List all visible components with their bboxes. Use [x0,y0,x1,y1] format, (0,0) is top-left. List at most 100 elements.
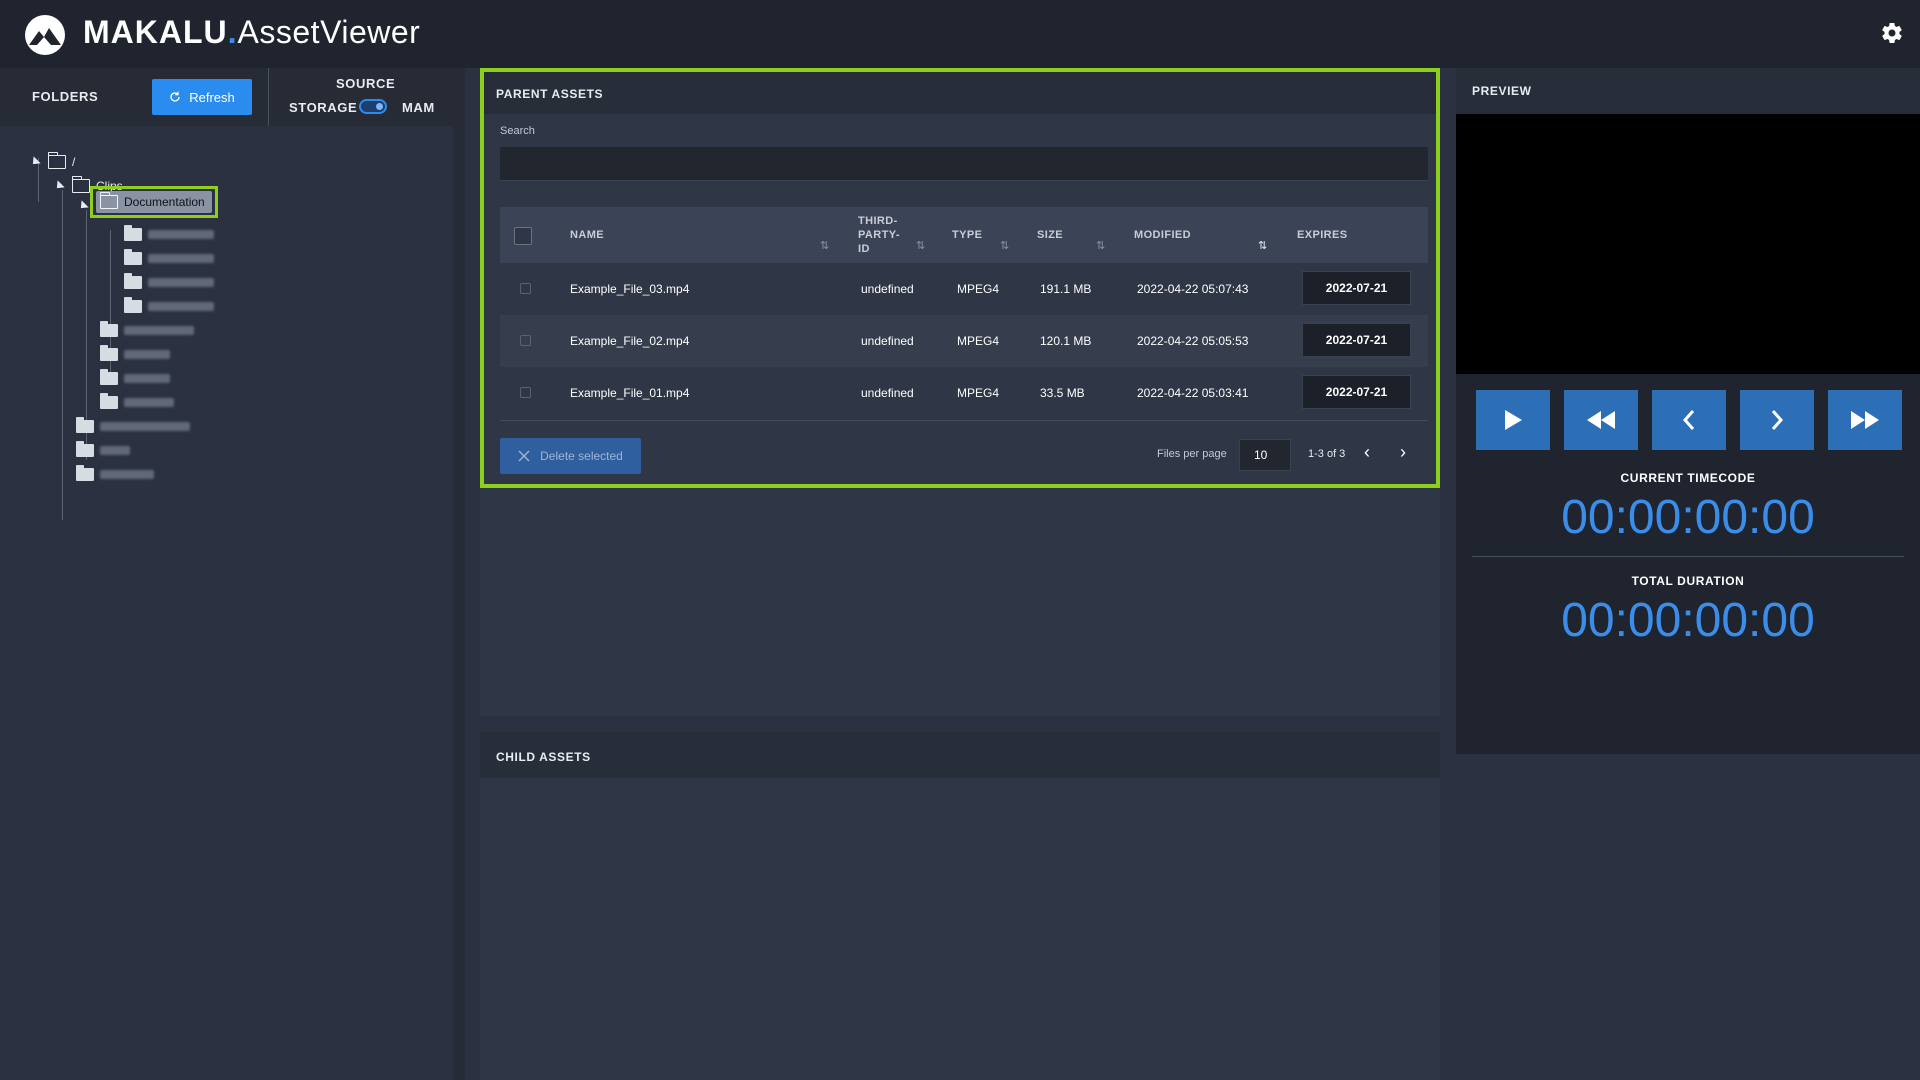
chevron-down-icon[interactable] [29,156,41,168]
assets-area: PARENT ASSETS Search NAME ⇅ THIRD- PARTY… [480,68,1440,1080]
child-assets-header: CHILD ASSETS [480,732,1440,778]
timecode-divider [1472,556,1904,557]
next-page-icon[interactable]: › [1400,443,1406,461]
tree-node-blurred[interactable] [76,440,130,460]
table-header: NAME ⇅ THIRD- PARTY- ID ⇅ TYPE ⇅ SIZE ⇅ … [500,207,1428,263]
cell-type: MPEG4 [957,282,1000,296]
cell-modified: 2022-04-22 05:07:43 [1137,282,1249,296]
current-timecode-label: CURRENT TIMECODE [1620,471,1756,485]
play-button[interactable] [1476,390,1550,450]
table-row[interactable]: Example_File_01.mp4 undefined MPEG4 33.5… [500,367,1428,419]
table-row[interactable]: Example_File_03.mp4 undefined MPEG4 191.… [500,263,1428,315]
play-icon [1505,410,1522,430]
brand-name: MAKALU [83,14,228,50]
sort-icon[interactable]: ⇅ [820,239,829,252]
tree-node-blurred[interactable] [124,224,214,244]
search-input[interactable] [500,147,1428,181]
column-type[interactable]: TYPE [952,229,982,241]
step-back-button[interactable] [1652,390,1726,450]
blurred-label [148,229,214,239]
source-toggle[interactable] [359,99,387,114]
select-all-checkbox[interactable] [514,227,532,245]
chevron-right-icon [1771,410,1784,430]
preview-header: PREVIEW [1456,68,1920,114]
folder-icon [100,344,118,361]
folder-icon [76,416,94,433]
cell-third-party-id: undefined [861,282,914,296]
parent-assets-highlight: Search NAME ⇅ THIRD- PARTY- ID ⇅ TYPE ⇅ … [480,68,1440,488]
tree-node-blurred[interactable] [100,392,174,412]
sort-icon[interactable]: ⇅ [1096,239,1105,252]
tree-node-blurred[interactable] [100,320,194,340]
column-modified[interactable]: MODIFIED [1134,229,1191,241]
cell-expires[interactable]: 2022-07-21 [1302,323,1411,357]
chevron-left-icon [1682,410,1695,430]
tree-node-blurred[interactable] [100,344,170,364]
tree-node-blurred[interactable] [100,368,170,388]
folder-icon [124,272,142,289]
files-per-page-input[interactable]: 10 [1239,439,1291,471]
rewind-button[interactable] [1564,390,1638,450]
cell-expires[interactable]: 2022-07-21 [1302,271,1411,305]
sort-icon[interactable]: ⇅ [1000,239,1009,252]
column-name[interactable]: NAME [570,229,604,241]
folder-icon [76,440,94,457]
sort-desc-icon[interactable]: ⇅ [1258,239,1267,252]
rewind-icon [1587,411,1615,429]
video-player[interactable] [1456,114,1920,374]
product-name: AssetViewer [237,14,421,50]
blurred-label [148,301,214,311]
blurred-label [124,325,194,335]
folder-icon [99,192,118,209]
table-row[interactable]: Example_File_02.mp4 undefined MPEG4 120.… [500,315,1428,367]
tree-node-blurred[interactable] [124,272,214,292]
cell-name: Example_File_02.mp4 [570,334,690,348]
delete-selected-button[interactable]: Delete selected [500,438,641,474]
child-assets-panel: CHILD ASSETS [480,732,1440,1080]
blurred-label [124,397,174,407]
mam-label: MAM [402,100,435,115]
blurred-label [100,445,130,455]
cell-expires[interactable]: 2022-07-21 [1302,375,1411,409]
gear-icon[interactable] [1880,21,1904,45]
folder-icon [124,224,142,241]
cell-size: 191.1 MB [1040,282,1092,296]
step-forward-button[interactable] [1740,390,1814,450]
header-divider [268,68,269,126]
preview-panel: PREVIEW CURRENT TIMECODE 00:00:00:00 TOT… [1452,68,1920,1080]
tree-guide [62,190,63,520]
tree-node-blurred[interactable] [76,464,154,484]
chevron-down-icon[interactable] [53,180,65,192]
fast-forward-icon [1851,411,1879,429]
sort-icon[interactable]: ⇅ [916,239,925,252]
tree-node-label: Documentation [124,195,205,209]
makalu-logo-icon [25,15,65,55]
column-third-party-line3[interactable]: ID [858,243,870,255]
refresh-button[interactable]: Refresh [152,79,252,115]
child-assets-title: CHILD ASSETS [496,750,591,764]
tree-node-root[interactable]: / [29,152,75,172]
folders-panel: FOLDERS Refresh SOURCE STORAGE MAM / Cli… [0,68,465,1080]
cell-modified: 2022-04-22 05:05:53 [1137,334,1249,348]
tree-node-blurred[interactable] [124,296,214,316]
column-size[interactable]: SIZE [1037,229,1063,241]
folder-icon [100,368,118,385]
column-third-party-line2[interactable]: PARTY- [858,229,900,241]
column-third-party-line1[interactable]: THIRD- [858,215,898,227]
row-checkbox[interactable] [520,387,531,398]
table-bottom-divider [500,420,1428,421]
storage-label: STORAGE [289,100,358,115]
cell-name: Example_File_03.mp4 [570,282,690,296]
tree-node-blurred[interactable] [124,248,214,268]
cell-size: 120.1 MB [1040,334,1092,348]
prev-page-icon[interactable]: ‹ [1364,443,1370,461]
row-checkbox[interactable] [520,335,531,346]
fast-forward-button[interactable] [1828,390,1902,450]
total-duration-label: TOTAL DURATION [1631,574,1745,588]
tree-node-documentation[interactable]: Documentation [96,191,212,213]
folder-icon [47,152,66,169]
tree-node-blurred[interactable] [76,416,190,436]
folder-icon [124,248,142,265]
row-checkbox[interactable] [520,283,531,294]
column-expires[interactable]: EXPIRES [1297,229,1348,241]
